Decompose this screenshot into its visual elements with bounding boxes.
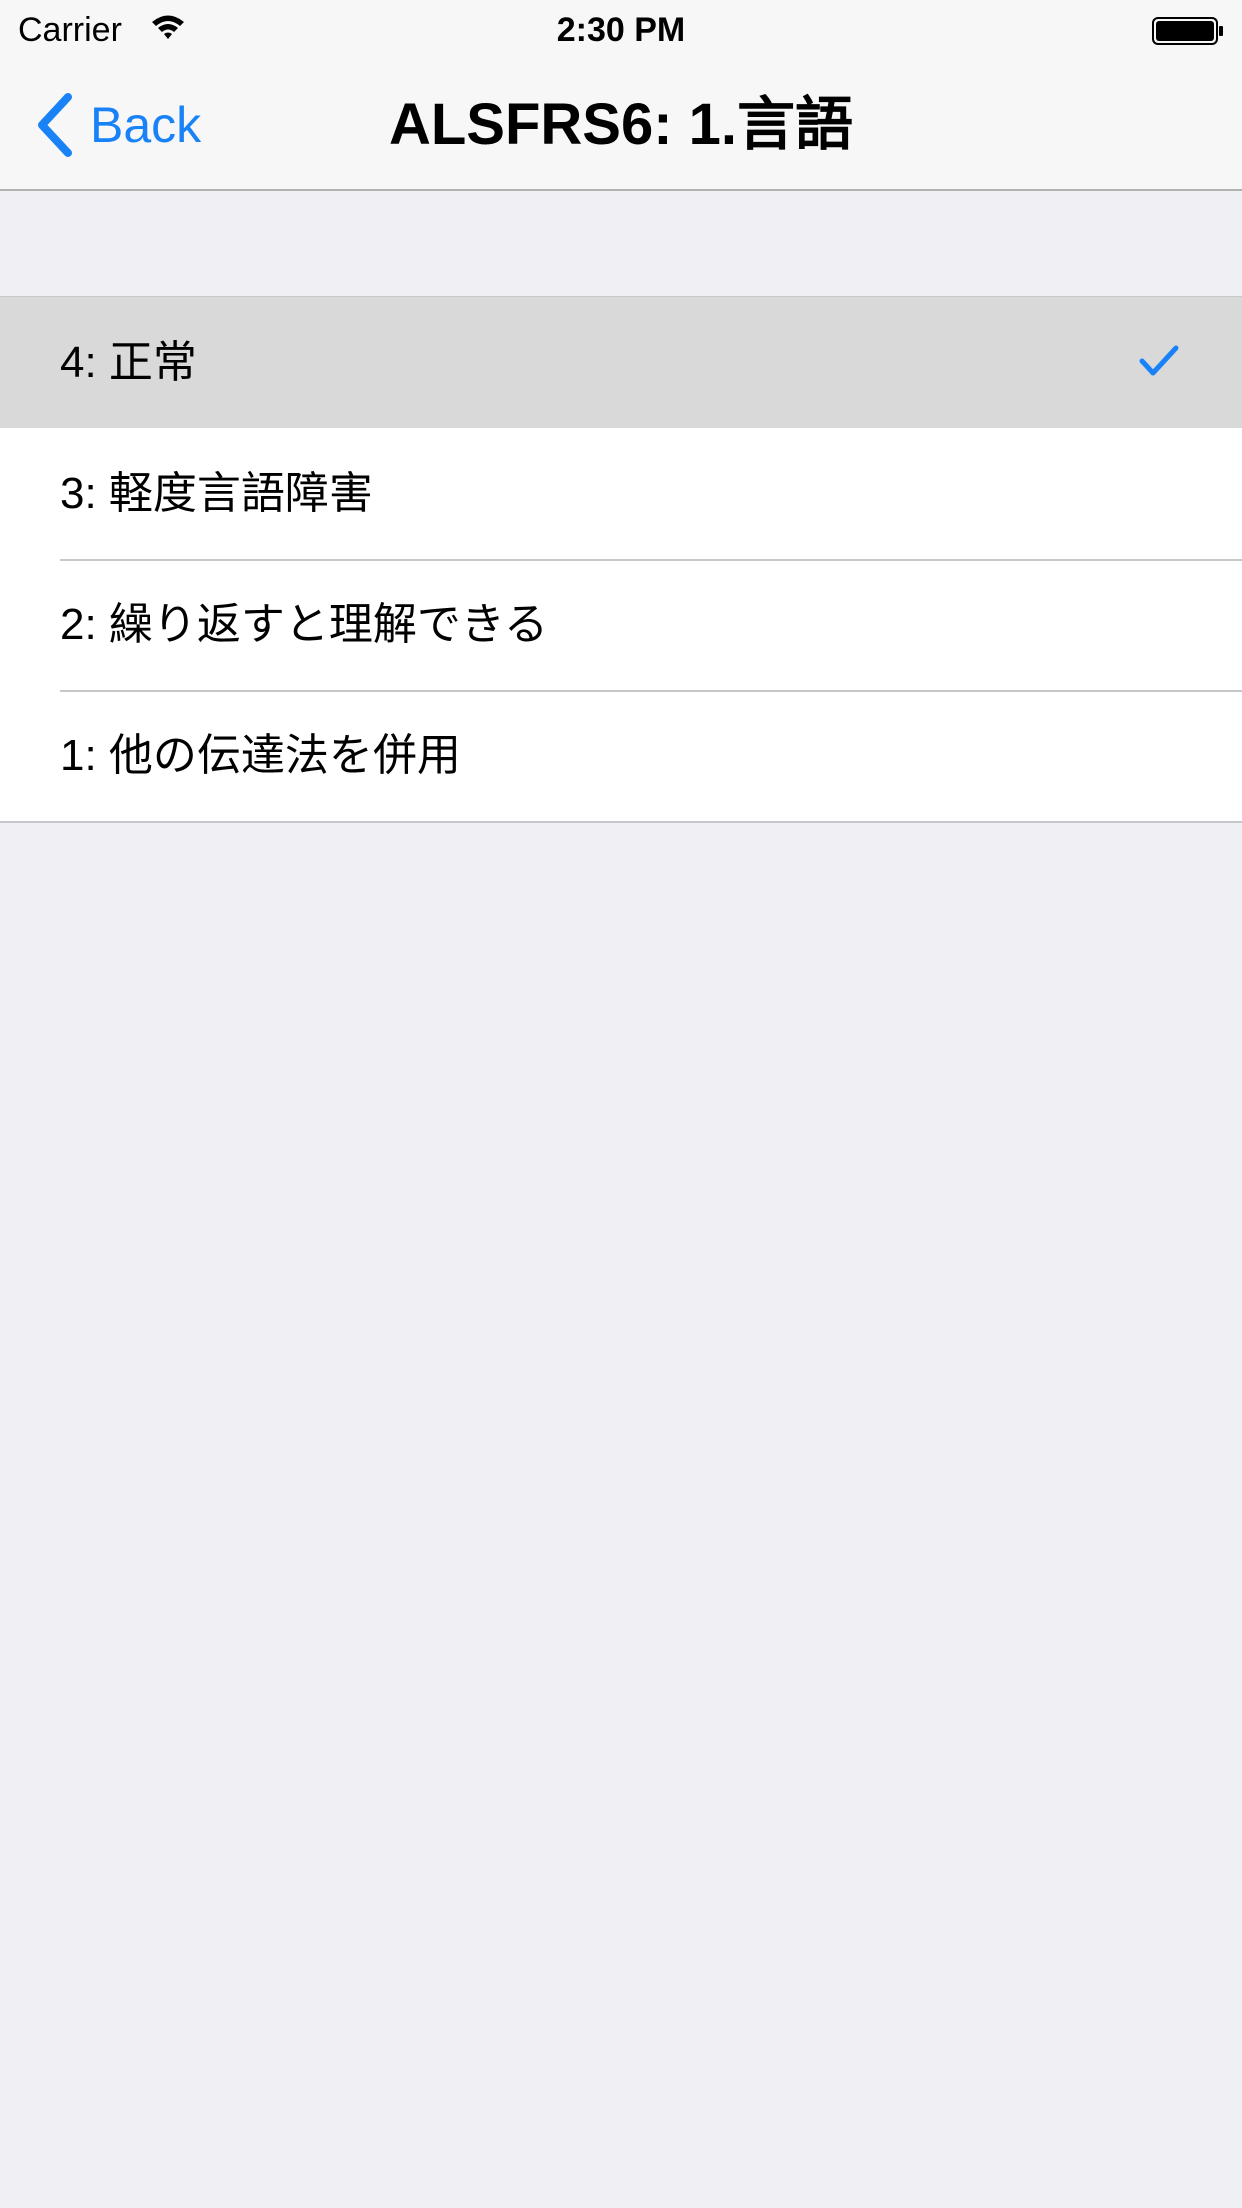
status-bar: Carrier 2:30 PM	[0, 0, 1242, 60]
row-separator	[60, 690, 1242, 692]
option-list: 4: 正常 3: 軽度言語障害 2: 繰り返すと理解できる 1: 他の伝達法を併…	[0, 296, 1242, 823]
list-item-1-alternative[interactable]: 1: 他の伝達法を併用	[0, 690, 1242, 821]
battery-icon	[1152, 17, 1223, 45]
page-title: ALSFRS6: 1.言語	[388, 92, 854, 157]
checkmark-icon	[1139, 345, 1179, 376]
list-item-3-mild[interactable]: 3: 軽度言語障害	[0, 428, 1242, 559]
list-item-label: 1: 他の伝達法を併用	[60, 730, 461, 780]
list-item-label: 2: 繰り返すと理解できる	[60, 599, 549, 649]
list-item-4-normal[interactable]: 4: 正常	[0, 297, 1242, 428]
list-item-2-repeat[interactable]: 2: 繰り返すと理解できる	[0, 559, 1242, 690]
list-item-label: 4: 正常	[60, 337, 197, 387]
status-time: 2:30 PM	[556, 11, 686, 49]
row-separator	[60, 559, 1242, 561]
list-item-label: 3: 軽度言語障害	[60, 468, 373, 518]
navigation-bar: Back ALSFRS6: 1.言語	[0, 60, 1242, 191]
